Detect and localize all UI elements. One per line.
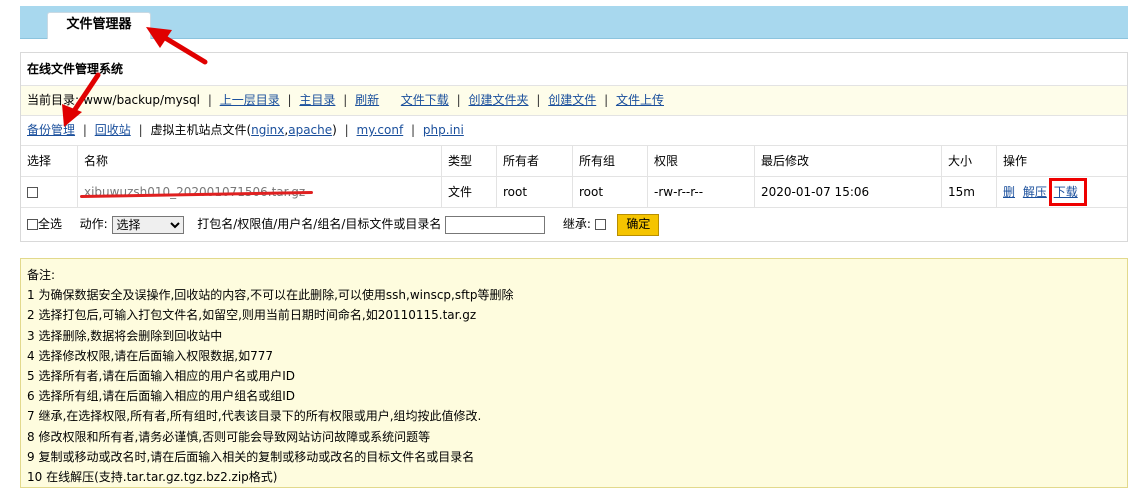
select-all-checkbox[interactable] [27, 219, 38, 230]
parent-dir-link[interactable]: 上一层目录 [220, 93, 280, 107]
php-ini-link[interactable]: php.ini [423, 123, 464, 137]
tab-file-manager[interactable]: 文件管理器 [47, 12, 151, 39]
download-highlight-box [1049, 178, 1087, 206]
path-bar: 当前目录:/www/backup/mysql | 上一层目录 | 主目录 | 刷… [21, 86, 1127, 116]
file-size: 15m [941, 177, 996, 207]
refresh-link[interactable]: 刷新 [355, 93, 379, 107]
action-label: 动作: [79, 217, 108, 231]
vhost-files-label: 虚拟主机站点文件( [150, 123, 252, 137]
note-line: 4 选择修改权限,请在后面输入权限数据,如777 [27, 348, 273, 363]
create-file-link[interactable]: 创建文件 [548, 93, 596, 107]
separator: | [82, 123, 87, 137]
row-select-cell [21, 177, 77, 207]
notes-title: 备注: [27, 268, 56, 282]
header-name: 名称 [77, 146, 441, 176]
note-line: 1 为确保数据安全及误操作,回收站的内容,不可以在此删除,可以使用ssh,win… [27, 288, 514, 303]
batch-actions-bar: 全选 动作: 选择 打包名/权限值/用户名/组名/目标文件或目录名 继承: 确定 [21, 208, 1127, 241]
create-folder-link[interactable]: 创建文件夹 [469, 93, 529, 107]
file-modified: 2020-01-07 15:06 [754, 177, 941, 207]
nginx-link[interactable]: nginx [251, 123, 284, 137]
file-download-link[interactable]: 文件下载 [401, 93, 449, 107]
note-line: 7 继承,在选择权限,所有者,所有组时,代表该目录下的所有权限或用户,组均按此值… [27, 409, 482, 424]
header-modified: 最后修改 [754, 146, 941, 176]
confirm-button[interactable]: 确定 [617, 213, 660, 236]
note-line: 9 复制或移动或改名时,请在后面输入相关的复制或移动或改名的目标文件名或目录名 [27, 449, 475, 464]
path-prefix: 当前目录: [27, 93, 80, 107]
header-size: 大小 [941, 146, 996, 176]
note-line: 10 在线解压(支持.tar.tar.gz.tgz.bz2.zip格式) [27, 470, 278, 485]
target-input[interactable] [445, 215, 546, 234]
notes-panel: 备注: 1 为确保数据安全及误操作,回收站的内容,不可以在此删除,可以使用ssh… [20, 258, 1128, 488]
panel-title: 在线文件管理系统 [21, 53, 1127, 86]
row-checkbox[interactable] [27, 187, 38, 198]
separator: | [411, 123, 416, 137]
header-select: 选择 [27, 154, 52, 168]
file-group: root [572, 177, 647, 207]
select-all-label: 全选 [38, 217, 63, 231]
backup-manage-link[interactable]: 备份管理 [27, 123, 75, 137]
separator: | [207, 93, 212, 107]
table-row: xibuwuzsh010_202001071506.tar.gz 文件 root… [21, 177, 1127, 208]
separator: | [604, 93, 609, 107]
note-line: 6 选择所有组,请在后面输入相应的用户组名或组ID [27, 389, 296, 404]
separator: | [456, 93, 461, 107]
separator: | [536, 93, 541, 107]
current-path: /www/backup/mysql [79, 93, 200, 107]
file-owner: root [496, 177, 572, 207]
header-type: 类型 [441, 146, 496, 176]
header-group: 所有组 [572, 146, 647, 176]
header-permission: 权限 [647, 146, 754, 176]
pack-name-label: 打包名/权限值/用户名/组名/目标文件或目录名 [197, 217, 442, 231]
inherit-checkbox[interactable] [594, 219, 606, 230]
table-header: 选择 名称 类型 所有者 所有组 权限 最后修改 大小 操作 [21, 146, 1127, 177]
note-line: 2 选择打包后,可输入打包文件名,如留空,则用当前日期时间命名,如2011011… [27, 308, 477, 323]
file-type: 文件 [441, 177, 496, 207]
close-paren: ) [332, 123, 337, 137]
my-conf-link[interactable]: my.conf [357, 123, 404, 137]
action-select[interactable]: 选择 [111, 215, 184, 234]
header-bar [20, 6, 1128, 39]
note-line: 5 选择所有者,请在后面输入相应的用户名或用户ID [27, 369, 296, 384]
separator: | [138, 123, 143, 137]
separator: | [343, 93, 348, 107]
file-name[interactable]: xibuwuzsh010_202001071506.tar.gz [84, 177, 305, 207]
home-dir-link[interactable]: 主目录 [299, 93, 335, 107]
note-line: 8 修改权限和所有者,请务必谨慎,否则可能会导致网站访问故障或系统问题等 [27, 429, 431, 444]
file-permission: -rw-r--r-- [647, 177, 754, 207]
file-upload-link[interactable]: 文件上传 [616, 93, 664, 107]
backup-bar: 备份管理 | 回收站 | 虚拟主机站点文件(nginx,apache) | my… [21, 116, 1127, 146]
apache-link[interactable]: apache [288, 123, 332, 137]
file-name-cell: xibuwuzsh010_202001071506.tar.gz [77, 177, 441, 207]
extract-link[interactable]: 解压 [1023, 185, 1047, 199]
inherit-label: 继承: [562, 217, 591, 231]
delete-link[interactable]: 删 [1003, 185, 1015, 199]
separator: | [287, 93, 292, 107]
recycle-bin-link[interactable]: 回收站 [95, 123, 131, 137]
header-operations: 操作 [996, 146, 1129, 176]
separator: | [344, 123, 349, 137]
file-manager-panel: 在线文件管理系统 当前目录:/www/backup/mysql | 上一层目录 … [20, 52, 1128, 242]
header-owner: 所有者 [496, 146, 572, 176]
note-line: 3 选择删除,数据将会删除到回收站中 [27, 328, 223, 343]
